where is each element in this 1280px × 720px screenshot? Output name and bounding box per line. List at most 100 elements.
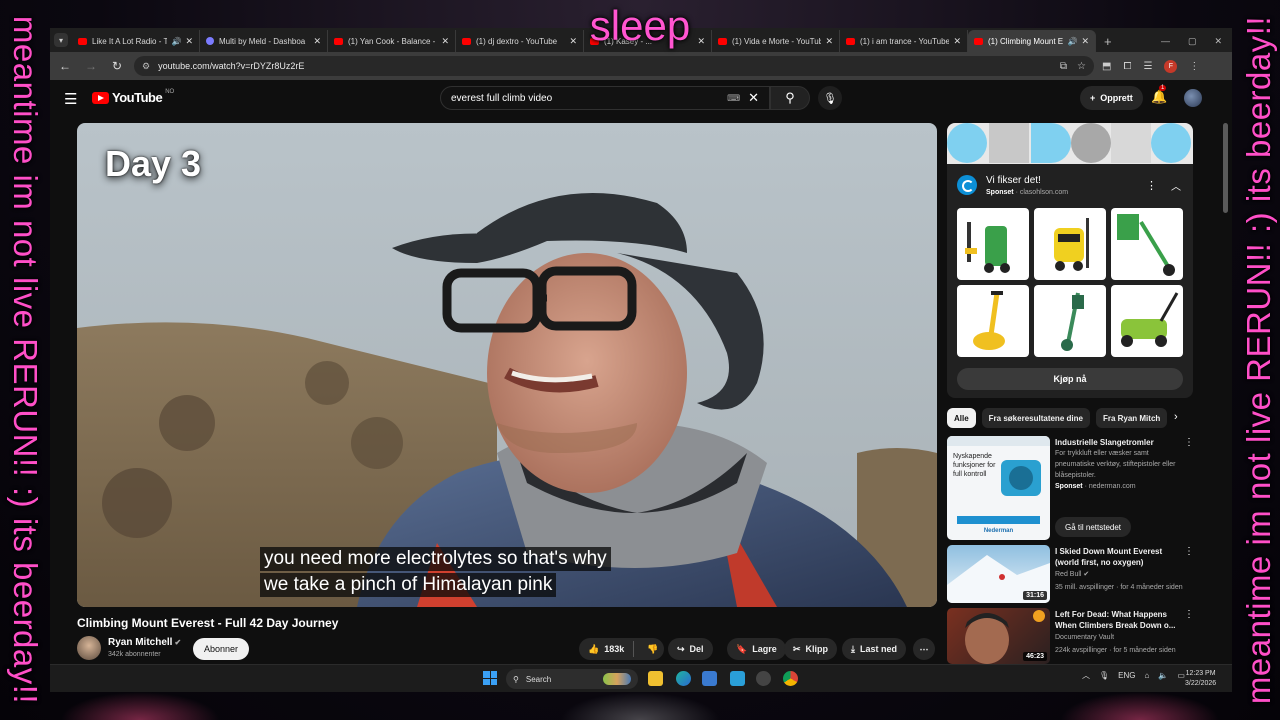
notifications-bell-icon[interactable]: 🔔 1 [1151,85,1167,105]
file-explorer-icon[interactable] [648,671,663,686]
more-actions-button[interactable]: ⋯ [913,638,935,660]
create-button[interactable]: + Opprett [1080,86,1143,110]
search-input[interactable]: everest full climb video ⌨ ✕ [440,86,770,110]
channel-avatar[interactable] [77,636,101,660]
clip-label: Klipp [805,644,829,654]
address-bar[interactable]: ⚙ youtube.com/watch?v=rDYZr8Uz2rE ⧉ ☆ [134,56,1094,76]
ad-product-patio-cleaner[interactable] [957,285,1029,357]
input-language[interactable]: ENG [1118,671,1135,680]
bookmark-star-icon[interactable]: ☆ [1077,61,1086,72]
ad-product-pressure-washer[interactable] [957,208,1029,280]
rec-thumbnail[interactable]: 31:16 [947,545,1050,603]
banner-shape [1071,123,1111,163]
rec-menu-icon[interactable]: ⋮ [1184,546,1194,557]
page-scrollbar[interactable] [1223,123,1228,213]
site-info-icon[interactable]: ⚙ [142,61,150,72]
rec-ad-thumb-brand: Nederman [983,528,1014,534]
windows-start-icon[interactable] [483,671,497,685]
ad-product-trimmer[interactable] [1111,208,1183,280]
edge-browser-icon[interactable] [676,671,691,686]
filter-chip[interactable]: Fra Ryan Mitch [1095,408,1168,428]
like-button[interactable]: 👍 183k [579,641,635,657]
side-overlay-left: meantime im not live RERUN!! :) its beer… [0,16,50,704]
like-dislike-group: 👍 183k 👎 [579,638,664,660]
profile-avatar[interactable]: F [1164,59,1178,73]
video-title: Climbing Mount Everest - Full 42 Day Jou… [77,616,339,630]
rec-meta: 224k avspillinger · for 5 måneder siden [1055,647,1176,654]
address-bar-actions: ⧉ ☆ [1060,61,1086,72]
rec-menu-icon[interactable]: ⋮ [1184,437,1194,448]
obs-icon[interactable] [756,671,771,686]
clear-search-icon[interactable]: ✕ [748,90,759,106]
extensions-puzzle-icon[interactable]: ⧠ [1123,61,1131,72]
browser-menu-icon[interactable]: ⋮ [1189,61,1199,72]
youtube-play-logo-icon [92,91,109,104]
ad-product-grass-trimmer[interactable] [1034,285,1106,357]
ad-banner-image [947,123,1193,164]
video-player[interactable]: Day 3 you need more electrolytes so that… [77,123,937,607]
hamburger-menu-icon[interactable]: ☰ [64,90,77,108]
network-icon[interactable]: ⌂ [1145,671,1150,680]
chips-next-chevron-icon[interactable]: › [1174,411,1178,423]
subscriber-count: 342k abonnenter [108,651,161,658]
ad-product-lawn-mower[interactable] [1111,285,1183,357]
notification-badge: 1 [1159,85,1167,91]
youtube-logo[interactable]: YouTube NO [92,89,174,105]
taskbar-clock[interactable]: 12:23 PM 3/22/2026 [1185,669,1216,689]
windows-taskbar: ⚲ Search ︿ 🎙 ENG ⌂ 🔈 ▭ 12:23 PM 3/22/202… [50,664,1232,692]
rec-ad-sponsored-label: Sponset [1055,483,1083,490]
grass-trimmer-image [1061,292,1084,351]
rec-title[interactable]: I Skied Down Mount Everest (world first,… [1055,546,1180,568]
clip-button[interactable]: ✂ Klipp [784,638,838,660]
reading-list-icon[interactable]: ☰ [1143,61,1152,72]
channel-name[interactable]: Ryan Mitchell ✔ [108,637,181,648]
bottom-light-right [1060,692,1220,720]
tray-mic-icon[interactable]: 🎙 [1099,671,1109,680]
extension-icon-1[interactable]: ⬒ [1102,61,1111,72]
keyboard-icon[interactable]: ⌨ [727,93,740,104]
reload-icon[interactable]: ↻ [108,59,126,73]
rec-menu-icon[interactable]: ⋮ [1184,609,1194,620]
ad-menu-icon[interactable]: ⋮ [1146,179,1157,192]
trimmer-image [1117,214,1175,276]
download-button[interactable]: ⤓ Last ned [842,638,906,660]
filter-chip[interactable]: Alle [947,408,976,428]
search-button[interactable]: ⚲ [770,86,810,110]
search-icon: ⚲ [513,674,519,684]
visit-site-button[interactable]: Gå til nettstedet [1055,517,1132,537]
rec-thumbnail-ad[interactable]: Nyskapende funksjoner for full kontroll … [947,436,1050,540]
search-icon: ⚲ [785,90,795,105]
account-avatar[interactable] [1184,89,1202,107]
save-button[interactable]: 🔖 Lagre [727,638,786,660]
taskbar-search[interactable]: ⚲ Search [506,669,638,689]
forward-icon[interactable]: → [82,59,100,73]
app-icon-arrow[interactable] [730,671,745,686]
voice-search-button[interactable]: 🎙 [818,86,842,110]
subscribe-button[interactable]: Abonner [193,638,250,660]
share-button[interactable]: ↪ Del [668,638,713,660]
download-icon: ⤓ [851,643,855,654]
dislike-button[interactable]: 👎 [639,644,666,655]
toolbar-icons: ⬒ ⧠ ☰ F ⋮ [1102,59,1199,73]
rec-ad-body: For trykkluft eller væsker samt pneumati… [1055,450,1176,479]
ad-buy-now-button[interactable]: Kjøp nå [957,368,1183,390]
battery-icon[interactable]: ▭ [1177,671,1185,680]
browser-toolbar: ← → ↻ ⚙ youtube.com/watch?v=rDYZr8Uz2rE … [50,52,1232,80]
rec-thumbnail[interactable]: 46:23 [947,608,1050,664]
ad-domain: clasohlson.com [1019,189,1069,196]
install-icon[interactable]: ⧉ [1060,61,1067,72]
chrome-icon[interactable] [783,671,798,686]
sidebar-ad-card[interactable]: Vi fikser det! Sponset · clasohlson.com … [947,123,1193,398]
volume-icon[interactable]: 🔈 [1158,671,1168,680]
store-app-icon[interactable] [702,671,717,686]
ad-product-pressure-washer-yellow[interactable] [1034,208,1106,280]
caption-line-2: we take a pinch of Himalayan pink [260,573,557,597]
tray-overflow-chevron-icon[interactable]: ︿ [1082,670,1090,681]
rec-title[interactable]: Industrielle Slangetromler [1055,437,1180,448]
collapse-chevron-icon[interactable]: ︿ [1171,178,1181,193]
rec-title[interactable]: Left For Dead: What Happens When Climber… [1055,609,1180,631]
verified-check-icon: ✔ [1083,571,1090,578]
filter-chip[interactable]: Fra søkeresultatene dine [981,408,1090,428]
rec-ad-thumb-text: Nyskapende funksjoner for full kontroll [953,453,996,478]
back-icon[interactable]: ← [56,59,74,73]
